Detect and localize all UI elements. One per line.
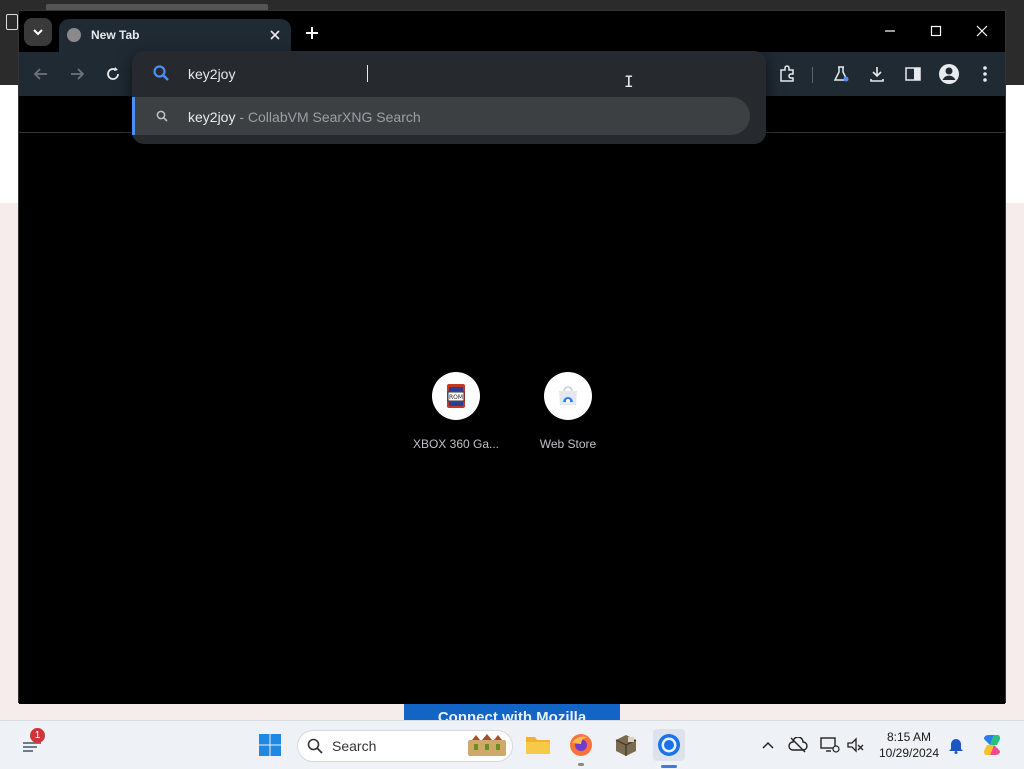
onedrive-status[interactable] [782, 729, 814, 761]
reload-button[interactable] [101, 62, 125, 86]
minimize-button[interactable] [867, 17, 913, 45]
folder-icon [526, 737, 550, 754]
copilot-button[interactable] [976, 729, 1008, 761]
bell-icon [949, 739, 963, 754]
puzzle-icon [780, 65, 794, 82]
text-caret [367, 65, 368, 82]
address-bar-input[interactable] [188, 63, 608, 85]
search-icon [307, 738, 323, 754]
search-icon [156, 110, 168, 122]
close-icon [976, 25, 988, 37]
suggestion-source: - CollabVM SearXNG Search [235, 109, 421, 125]
taskbar-chrome[interactable] [653, 729, 685, 761]
cloud-offline-icon [788, 737, 808, 753]
browser-menu-button[interactable] [973, 62, 997, 86]
profile-button[interactable] [937, 62, 961, 86]
shortcut-icon [544, 372, 592, 420]
more-vertical-icon [983, 66, 987, 82]
taskbar-search-placeholder: Search [332, 738, 377, 754]
search-icon [153, 65, 169, 81]
tab-search-button[interactable] [24, 18, 52, 46]
windows-logo-icon [259, 734, 281, 756]
maximize-button[interactable] [913, 17, 959, 45]
flask-icon [833, 66, 849, 82]
globe-icon [67, 28, 81, 42]
shortcut-icon: ROM [432, 372, 480, 420]
taskbar-file-explorer[interactable] [522, 729, 554, 761]
show-hidden-icons-button[interactable] [752, 729, 784, 761]
toolbar-divider [812, 67, 813, 83]
tab-new-tab[interactable]: New Tab [59, 19, 291, 52]
web-store-icon [559, 386, 577, 405]
display-network-icon [820, 737, 840, 753]
copilot-icon [984, 735, 1000, 755]
close-tab-button[interactable] [265, 25, 285, 45]
maximize-icon [930, 25, 942, 37]
new-tab-button[interactable] [299, 20, 325, 46]
new-tab-page [19, 132, 1005, 704]
omnibox-suggestion[interactable]: key2joy - CollabVM SearXNG Search [132, 97, 750, 135]
shortcut-label: XBOX 360 Ga... [412, 437, 500, 451]
avatar-icon [939, 64, 959, 84]
system-clock[interactable]: 8:15 AM 10/29/2024 [872, 729, 946, 761]
taskbar-search-box[interactable]: Search [297, 730, 513, 762]
suggestion-query: key2joy [188, 109, 236, 125]
reload-icon [107, 67, 119, 80]
taskbar: 1 Search 8:15 AM 10/29/2024 [0, 720, 1024, 769]
plus-icon [306, 27, 318, 39]
minimize-icon [885, 30, 895, 32]
forward-arrow-icon [71, 68, 85, 80]
tab-title: New Tab [91, 28, 140, 42]
clock-date: 10/29/2024 [878, 746, 940, 760]
suggestion-focus-bar [132, 97, 135, 135]
text-cursor-ibeam: I [624, 72, 634, 91]
taskbar-app-package[interactable] [610, 729, 642, 761]
chrome-icon [658, 734, 680, 756]
start-button[interactable] [254, 729, 286, 761]
shortcut-web-store[interactable]: Web Store [520, 372, 616, 451]
search-highlight-icon [468, 734, 506, 756]
extensions-button[interactable] [775, 62, 799, 86]
volume-status[interactable] [840, 729, 872, 761]
back-arrow-icon [33, 68, 47, 80]
background-app-icon [6, 14, 18, 30]
running-indicator [578, 763, 584, 766]
svg-text:ROM: ROM [449, 394, 463, 401]
notification-badge: 1 [30, 728, 45, 743]
side-panel-button[interactable] [901, 62, 925, 86]
rom-cartridge-icon: ROM [447, 384, 465, 408]
chevron-down-icon [33, 29, 43, 36]
forward-button[interactable] [65, 62, 89, 86]
notifications-button[interactable] [940, 729, 972, 761]
close-icon [270, 30, 280, 40]
shortcut-xbox-360[interactable]: ROM XBOX 360 Ga... [408, 372, 504, 451]
chevron-up-icon [762, 741, 774, 749]
download-icon [870, 67, 884, 82]
side-panel-icon [905, 67, 921, 81]
package-icon [615, 735, 637, 756]
taskbar-firefox[interactable] [565, 729, 597, 761]
omnibox-dropdown: key2joy - CollabVM SearXNG Search [132, 51, 766, 144]
close-window-button[interactable] [959, 17, 1005, 45]
back-button[interactable] [29, 62, 53, 86]
volume-muted-icon [847, 737, 864, 753]
shortcut-label: Web Store [539, 437, 597, 451]
clock-time: 8:15 AM [886, 730, 932, 744]
downloads-button[interactable] [865, 62, 889, 86]
tab-bar: New Tab [19, 11, 1005, 52]
firefox-icon [570, 734, 592, 756]
labs-button[interactable] [829, 62, 853, 86]
suggestion-text: key2joy - CollabVM SearXNG Search [188, 109, 421, 125]
